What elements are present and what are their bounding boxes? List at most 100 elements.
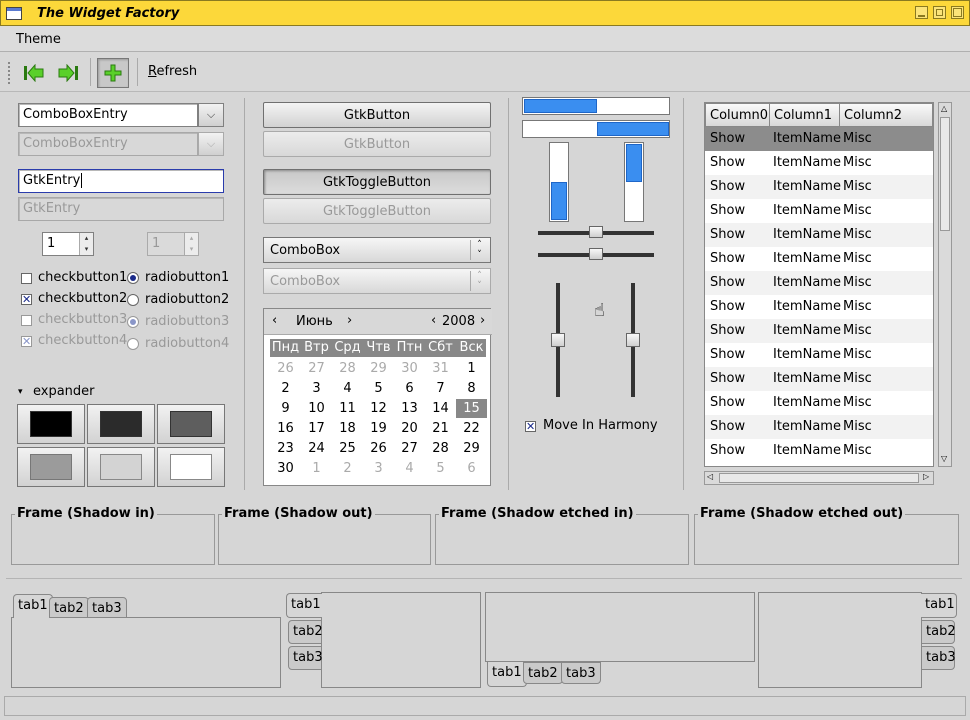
gtk-toggle-button[interactable]: GtkToggleButton — [263, 169, 491, 195]
calendar-day[interactable]: 7 — [425, 379, 456, 398]
table-row[interactable]: Show ItemName Misc — [705, 415, 933, 439]
tab-1[interactable]: tab1 — [921, 593, 957, 618]
table-row[interactable]: Show ItemName Misc — [705, 127, 933, 151]
table-row[interactable]: Show ItemName Misc — [705, 343, 933, 367]
tab-2[interactable]: tab2 — [288, 620, 323, 644]
hscale-knob[interactable] — [589, 226, 603, 238]
scroll-right-icon[interactable]: ▷ — [923, 472, 929, 481]
gtk-entry[interactable]: GtkEntry — [18, 169, 224, 193]
menu-theme[interactable]: Theme — [16, 32, 61, 47]
scroll-up-icon[interactable]: △ — [941, 104, 947, 113]
column-header[interactable]: Column1 — [769, 103, 840, 127]
hscale-knob[interactable] — [589, 248, 603, 260]
calendar-day[interactable]: 13 — [394, 399, 425, 418]
calendar-day[interactable]: 5 — [363, 379, 394, 398]
color-swatch-button[interactable] — [87, 404, 155, 444]
title-bar[interactable]: The Widget Factory — [0, 0, 970, 26]
calendar-day[interactable]: 5 — [425, 459, 456, 478]
calendar[interactable]: ‹ Июнь › ‹ 2008 › Пнд Втр Срд Чтв Птн Сбт Вск … — [263, 308, 492, 486]
toolbar-handle[interactable] — [8, 62, 12, 84]
calendar-day[interactable]: 31 — [425, 359, 456, 378]
table-row[interactable]: Show ItemName Misc — [705, 247, 933, 271]
radiobutton1-label[interactable]: radiobutton1 — [145, 270, 229, 285]
calendar-day[interactable]: 26 — [363, 439, 394, 458]
calendar-day[interactable]: 25 — [332, 439, 363, 458]
table-row[interactable]: Show ItemName Misc — [705, 199, 933, 223]
tab-2[interactable]: tab2 — [523, 662, 563, 684]
calendar-day[interactable]: 1 — [301, 459, 332, 478]
table-row[interactable]: Show ItemName Misc — [705, 391, 933, 415]
tab-3[interactable]: tab3 — [288, 646, 323, 670]
radiobutton1-circle[interactable] — [127, 272, 139, 284]
color-swatch-button[interactable] — [157, 447, 225, 487]
table-row[interactable]: Show ItemName Misc — [705, 367, 933, 391]
calendar-day[interactable]: 21 — [425, 419, 456, 438]
column-header[interactable]: Column2 — [839, 103, 933, 127]
tree-view[interactable]: Column0 Column1 Column2 Show ItemName Misc… — [704, 102, 934, 467]
color-swatch-button[interactable] — [87, 447, 155, 487]
color-swatch-button[interactable] — [17, 404, 85, 444]
checkbutton1-label[interactable]: checkbutton1 — [38, 270, 127, 285]
combobox-entry[interactable]: ComboBoxEntry — [18, 103, 198, 127]
scroll-down-icon[interactable]: ▽ — [941, 454, 947, 463]
calendar-day[interactable]: 12 — [363, 399, 394, 418]
prev-month-icon[interactable]: ‹ — [272, 313, 277, 328]
close-button[interactable] — [951, 6, 964, 19]
tab-1[interactable]: tab1 — [487, 662, 527, 687]
table-row[interactable]: Show ItemName Misc — [705, 223, 933, 247]
color-swatch-button[interactable] — [157, 404, 225, 444]
maximize-button[interactable] — [933, 6, 946, 19]
spin-arrows[interactable]: ▴ ▾ — [79, 233, 93, 255]
forward-button[interactable] — [52, 58, 84, 88]
calendar-day[interactable]: 10 — [301, 399, 332, 418]
calendar-day[interactable]: 3 — [301, 379, 332, 398]
radiobutton2-circle[interactable] — [127, 294, 139, 306]
expander-label[interactable]: expander — [33, 384, 95, 399]
expander-arrow-icon[interactable]: ▾ — [18, 387, 23, 397]
calendar-day[interactable]: 4 — [332, 379, 363, 398]
tab-2[interactable]: tab2 — [921, 620, 956, 644]
calendar-day[interactable]: 1 — [456, 359, 487, 378]
combobox[interactable]: ComboBox ˄ ˅ — [263, 237, 491, 263]
calendar-day[interactable]: 28 — [332, 359, 363, 378]
calendar-day[interactable]: 29 — [363, 359, 394, 378]
table-row[interactable]: Show ItemName Misc — [705, 151, 933, 175]
calendar-day[interactable]: 6 — [456, 459, 487, 478]
calendar-day[interactable]: 23 — [270, 439, 301, 458]
next-month-icon[interactable]: › — [347, 313, 352, 328]
add-button[interactable] — [97, 58, 129, 88]
checkbutton1-box[interactable] — [21, 273, 32, 284]
table-row[interactable]: Show ItemName Misc — [705, 271, 933, 295]
radiobutton2-label[interactable]: radiobutton2 — [145, 292, 229, 307]
calendar-day[interactable]: 22 — [456, 419, 487, 438]
spin-button[interactable]: 1 ▴ ▾ — [42, 232, 94, 256]
calendar-day[interactable]: 15 — [456, 399, 487, 418]
calendar-day[interactable]: 20 — [394, 419, 425, 438]
calendar-day[interactable]: 2 — [332, 459, 363, 478]
color-swatch-button[interactable] — [17, 447, 85, 487]
tab-3[interactable]: tab3 — [87, 597, 127, 618]
calendar-day[interactable]: 28 — [425, 439, 456, 458]
refresh-button[interactable]: Refresh — [148, 64, 197, 79]
window-menu-icon[interactable] — [6, 7, 22, 20]
calendar-day[interactable]: 27 — [301, 359, 332, 378]
move-in-harmony-label[interactable]: Move In Harmony — [543, 418, 658, 433]
calendar-day[interactable]: 6 — [394, 379, 425, 398]
calendar-day[interactable]: 9 — [270, 399, 301, 418]
table-row[interactable]: Show ItemName Misc — [705, 439, 933, 463]
calendar-day[interactable]: 17 — [301, 419, 332, 438]
back-button[interactable] — [18, 58, 50, 88]
calendar-day[interactable]: 30 — [270, 459, 301, 478]
move-in-harmony-box[interactable]: ✕ — [525, 421, 536, 432]
calendar-day[interactable]: 30 — [394, 359, 425, 378]
table-row[interactable]: Show ItemName Misc — [705, 319, 933, 343]
table-row[interactable]: Show ItemName Misc — [705, 295, 933, 319]
calendar-day[interactable]: 14 — [425, 399, 456, 418]
horizontal-scrollbar[interactable]: ◁ ▷ — [704, 471, 934, 485]
scroll-left-icon[interactable]: ◁ — [707, 472, 713, 481]
vscale-knob[interactable] — [551, 333, 565, 347]
calendar-day[interactable]: 2 — [270, 379, 301, 398]
minimize-button[interactable] — [915, 6, 928, 19]
calendar-day[interactable]: 26 — [270, 359, 301, 378]
calendar-day[interactable]: 24 — [301, 439, 332, 458]
